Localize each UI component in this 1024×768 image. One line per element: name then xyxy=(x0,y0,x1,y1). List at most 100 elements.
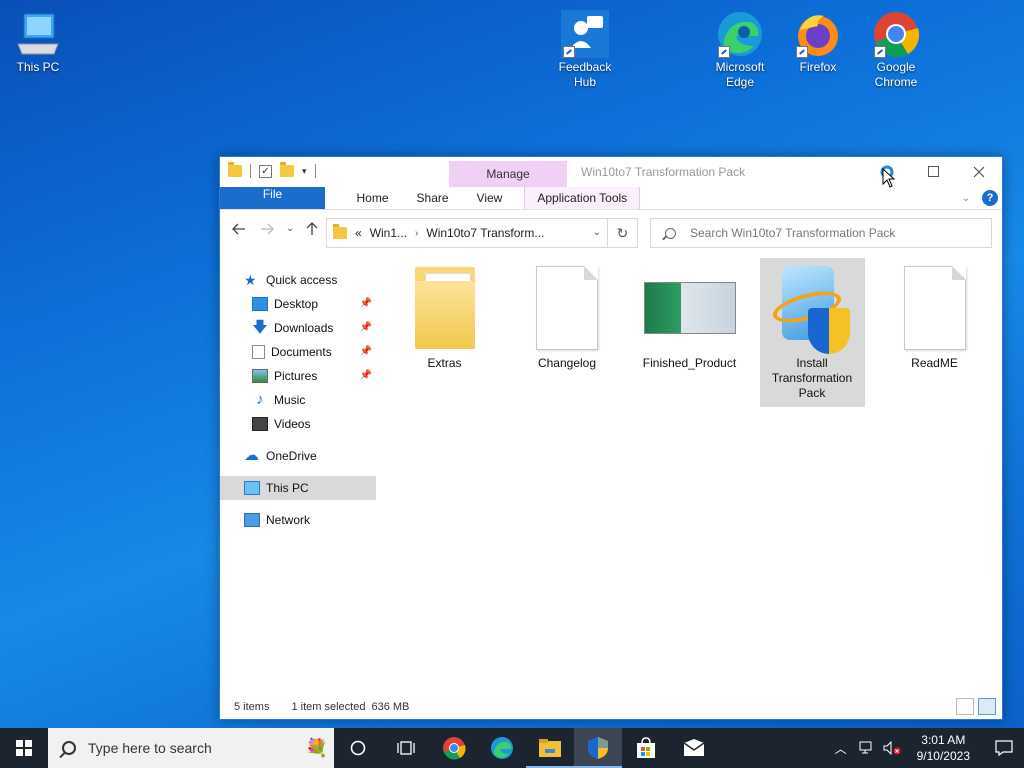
refresh-button[interactable]: ↻ xyxy=(608,218,638,248)
folder-icon xyxy=(414,267,475,349)
taskbar-store-button[interactable] xyxy=(622,728,670,768)
ribbon-tabs: File Home Share View Application Tools ⌄… xyxy=(220,187,1002,210)
breadcrumb-current[interactable]: Win10to7 Transform... xyxy=(426,226,544,240)
desktop-icon-chrome[interactable]: Google Chrome xyxy=(858,10,934,90)
maximize-icon xyxy=(927,166,939,177)
back-button[interactable] xyxy=(232,222,246,238)
desktop-icon-feedback-hub[interactable]: Feedback Hub xyxy=(547,10,623,90)
file-item-install-transformation-pack[interactable]: Install Transformation Pack xyxy=(759,258,865,407)
show-hidden-icons-chevron-icon[interactable]: ︿ xyxy=(835,740,847,757)
taskbar-installer-button[interactable] xyxy=(574,728,622,768)
new-folder-icon[interactable] xyxy=(280,162,294,177)
uac-shield-icon xyxy=(588,737,608,759)
taskbar-search-box[interactable]: Type here to search 💐 xyxy=(48,728,334,768)
address-dropdown-chevron-icon[interactable]: ⌄ xyxy=(593,227,601,238)
close-button[interactable] xyxy=(956,157,1002,187)
file-item-extras[interactable]: Extras xyxy=(392,258,497,407)
sidebar-item-pictures[interactable]: Pictures 📌 xyxy=(220,364,376,388)
text-document-icon xyxy=(903,266,966,350)
taskbar: Type here to search 💐 ︿ 3:01 AM 9/10/202… xyxy=(0,728,1024,768)
pin-icon[interactable]: 📌 xyxy=(360,316,372,340)
recent-locations-chevron-icon[interactable]: ⌄ xyxy=(286,223,294,234)
tab-share[interactable]: Share xyxy=(403,187,463,209)
expand-ribbon-chevron-icon[interactable]: ⌄ xyxy=(962,193,970,204)
file-list: Extras Changelog Finished_Product Instal… xyxy=(392,258,1005,407)
selection-size: 636 MB xyxy=(371,701,410,713)
taskbar-mail-button[interactable] xyxy=(670,728,718,768)
file-explorer-window: ✓ ▾ Manage Win10to7 Transformation Pack … xyxy=(219,156,1003,720)
shortcut-arrow-icon xyxy=(718,46,730,58)
search-icon xyxy=(665,227,676,239)
file-item-finished-product[interactable]: Finished_Product xyxy=(637,258,742,407)
up-arrow-icon xyxy=(306,222,318,235)
shortcut-arrow-icon xyxy=(796,46,808,58)
pin-icon[interactable]: 📌 xyxy=(360,292,372,316)
pin-icon[interactable]: 📌 xyxy=(360,364,372,388)
properties-icon[interactable]: ✓ xyxy=(259,164,272,178)
volume-muted-icon[interactable] xyxy=(883,741,901,755)
taskbar-file-explorer-button[interactable] xyxy=(526,728,574,768)
task-view-button[interactable] xyxy=(382,728,430,768)
tab-view[interactable]: View xyxy=(463,187,517,209)
desktop-icon-label: This PC xyxy=(16,60,60,74)
desktop-icon-edge[interactable]: Microsoft Edge xyxy=(702,10,778,90)
maximize-button[interactable] xyxy=(910,157,956,187)
customize-toolbar-chevron-icon[interactable]: ▾ xyxy=(302,166,307,177)
desktop-icon-firefox[interactable]: Firefox xyxy=(780,10,856,75)
chrome-icon xyxy=(872,10,920,58)
action-center-button[interactable] xyxy=(984,728,1024,768)
start-button[interactable] xyxy=(0,728,48,768)
taskbar-edge-button[interactable] xyxy=(478,728,526,768)
network-icon xyxy=(244,513,260,527)
manage-contextual-tab[interactable]: Manage xyxy=(449,161,567,187)
taskbar-chrome-button[interactable] xyxy=(430,728,478,768)
sidebar-item-network[interactable]: Network xyxy=(220,508,376,532)
tab-home[interactable]: Home xyxy=(343,187,403,209)
sidebar-item-this-pc[interactable]: This PC xyxy=(220,476,376,500)
quick-access-toolbar: ✓ ▾ xyxy=(228,162,316,178)
pin-icon[interactable]: 📌 xyxy=(360,340,372,364)
sidebar-item-documents[interactable]: Documents 📌 xyxy=(220,340,376,364)
clock-date: 9/10/2023 xyxy=(916,749,970,763)
desktop-icon-label: Feedback Hub xyxy=(558,60,612,89)
sidebar-item-music[interactable]: ♪ Music xyxy=(220,388,376,412)
tab-file[interactable]: File xyxy=(220,187,325,209)
clock[interactable]: 3:01 AM 9/10/2023 xyxy=(917,732,970,764)
star-icon: ★ xyxy=(244,272,257,288)
installer-shield-icon xyxy=(768,264,856,354)
desktop-icon-this-pc[interactable]: This PC xyxy=(0,10,76,75)
up-button[interactable] xyxy=(306,222,318,239)
sidebar-item-downloads[interactable]: 🡇 Downloads 📌 xyxy=(220,316,376,340)
sidebar-item-onedrive[interactable]: ☁ OneDrive xyxy=(220,444,376,468)
navigation-pane: ★ Quick access Desktop 📌 🡇 Downloads 📌 D… xyxy=(220,268,376,532)
clock-time: 3:01 AM xyxy=(921,733,966,747)
breadcrumb-overflow[interactable]: « xyxy=(355,226,362,240)
shortcut-arrow-icon xyxy=(563,46,575,58)
text-document-icon xyxy=(536,266,598,350)
address-bar[interactable]: « Win1... › Win10to7 Transform... ⌄ xyxy=(326,218,608,248)
forward-button[interactable] xyxy=(260,222,274,238)
cloud-icon: ☁ xyxy=(244,447,259,464)
forward-arrow-icon xyxy=(261,223,274,235)
mouse-cursor-icon xyxy=(882,168,896,188)
file-item-changelog[interactable]: Changelog xyxy=(515,258,620,407)
large-icons-view-button[interactable] xyxy=(978,698,996,715)
file-item-readme[interactable]: ReadME xyxy=(882,258,987,407)
cortana-button[interactable] xyxy=(334,728,382,768)
desktop-icon-label: Microsoft Edge xyxy=(715,60,765,89)
breadcrumb-parent[interactable]: Win1... xyxy=(370,226,407,240)
help-icon[interactable]: ? xyxy=(982,190,998,206)
sidebar-item-quick-access[interactable]: ★ Quick access xyxy=(220,268,376,292)
item-count: 5 items xyxy=(234,701,270,713)
folder-icon xyxy=(333,224,347,239)
network-status-icon[interactable] xyxy=(859,741,875,755)
desktop-icon-label: Google Chrome xyxy=(874,60,918,89)
search-box[interactable]: Search Win10to7 Transformation Pack xyxy=(650,218,992,248)
tab-application-tools[interactable]: Application Tools xyxy=(524,187,641,209)
breadcrumb-separator-icon[interactable]: › xyxy=(415,228,418,239)
sidebar-item-desktop[interactable]: Desktop 📌 xyxy=(220,292,376,316)
details-view-button[interactable] xyxy=(956,698,974,715)
close-icon xyxy=(973,166,985,178)
sidebar-item-videos[interactable]: Videos xyxy=(220,412,376,436)
store-bag-icon xyxy=(637,737,655,758)
